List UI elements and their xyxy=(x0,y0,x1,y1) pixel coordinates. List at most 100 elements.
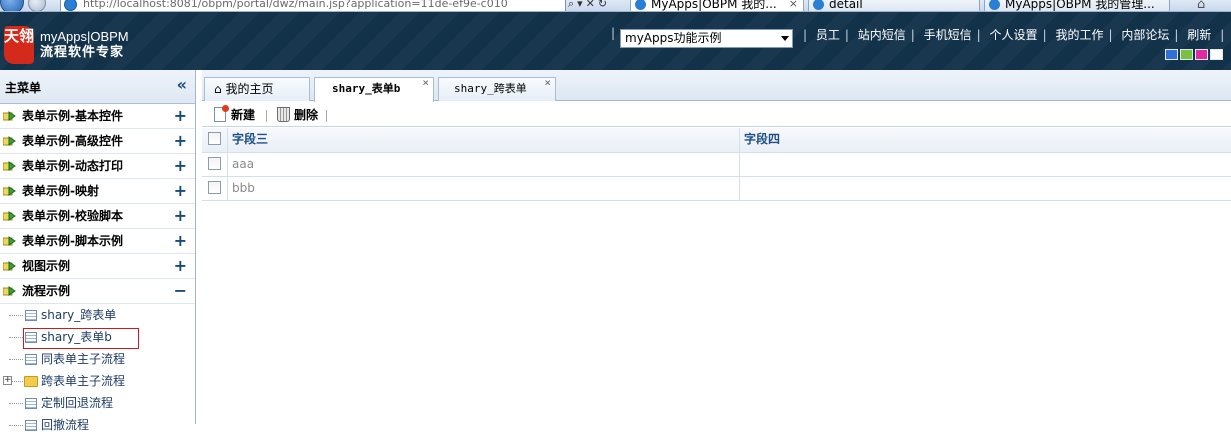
nav-settings[interactable]: 个人设置 xyxy=(985,28,1043,42)
toolbar-separator xyxy=(326,110,327,122)
cell-field4[interactable] xyxy=(740,177,1231,200)
browser-toolbar: http://localhost:8081/obpm/portal/dwz/ma… xyxy=(0,0,1231,12)
sidebar-item-mapping[interactable]: 表单示例-映射 + xyxy=(0,179,195,204)
arrow-right-icon xyxy=(3,111,16,121)
nav-refresh[interactable]: 刷新 xyxy=(1182,28,1216,42)
toolbar-separator xyxy=(266,110,267,122)
theme-swatch-white[interactable] xyxy=(1210,49,1223,60)
theme-swatches xyxy=(1165,49,1225,63)
expand-icon[interactable]: + xyxy=(174,154,187,178)
back-button[interactable] xyxy=(0,0,24,11)
sidebar-item-flow-examples[interactable]: 流程示例 − xyxy=(0,279,195,304)
sidebar-item-dynamic-print[interactable]: 表单示例-动态打印 + xyxy=(0,154,195,179)
row-select-cell xyxy=(202,177,228,200)
ie-icon xyxy=(64,0,77,11)
browser-tab-2[interactable]: detail xyxy=(808,0,980,11)
row-checkbox[interactable] xyxy=(208,181,221,194)
row-select-cell xyxy=(202,153,228,176)
arrow-right-icon xyxy=(3,211,16,221)
tab-shary-cross-form[interactable]: shary_跨表单 × xyxy=(438,76,556,101)
nav-messages[interactable]: 站内短信 xyxy=(853,28,911,42)
table-icon xyxy=(25,310,37,321)
theme-swatch-pink[interactable] xyxy=(1195,49,1208,60)
nav-staff[interactable]: 员工 xyxy=(811,28,845,42)
forward-button[interactable] xyxy=(28,0,46,11)
sidebar-item-view-examples[interactable]: 视图示例 + xyxy=(0,254,195,279)
sidebar-item-validation-script[interactable]: 表单示例-校验脚本 + xyxy=(0,204,195,229)
column-header-field3[interactable]: 字段三 xyxy=(228,128,740,152)
logo: 天翎 xyxy=(4,26,34,64)
ie-icon xyxy=(813,0,824,10)
tree-line xyxy=(12,381,23,382)
theme-swatch-green[interactable] xyxy=(1180,49,1193,60)
home-icon: ⌂ xyxy=(214,82,222,96)
highlight-box-sidebar xyxy=(23,328,139,349)
sidebar-header: 主菜单 « xyxy=(0,70,195,104)
arrow-right-icon xyxy=(3,186,16,196)
new-document-icon xyxy=(214,105,229,122)
tree-expand-icon[interactable]: + xyxy=(3,376,12,385)
arrow-right-icon xyxy=(3,286,16,296)
app-name: myApps|OBPM xyxy=(40,29,129,44)
tab-home[interactable]: ⌂ 我的主页 xyxy=(204,77,310,101)
address-bar[interactable]: http://localhost:8081/obpm/portal/dwz/ma… xyxy=(60,0,566,11)
expand-icon[interactable]: + xyxy=(174,179,187,203)
home-icon[interactable]: ⌂ xyxy=(1197,0,1205,11)
sidebar-subitem-cross-form-subflow[interactable]: + 跨表单主子流程 xyxy=(0,370,195,392)
expand-icon[interactable]: + xyxy=(174,229,187,253)
sidebar-subitem-shary-cross-form[interactable]: shary_跨表单 xyxy=(0,304,195,326)
expand-icon[interactable]: + xyxy=(174,204,187,228)
tree-line xyxy=(9,337,23,338)
sidebar-title: 主菜单 xyxy=(5,81,42,95)
expand-icon[interactable]: + xyxy=(174,254,187,278)
arrow-right-icon xyxy=(3,161,16,171)
nav-sms[interactable]: 手机短信 xyxy=(919,28,977,42)
address-text: http://localhost:8081/obpm/portal/dwz/ma… xyxy=(83,0,508,10)
address-tools[interactable]: ⌕▾✕↻ xyxy=(568,0,610,11)
tab-shary-form-b[interactable]: shary_表单b × xyxy=(314,76,434,102)
nav-my-work[interactable]: 我的工作 xyxy=(1050,28,1108,42)
close-icon[interactable]: × xyxy=(789,0,798,11)
expand-icon[interactable]: + xyxy=(174,104,187,128)
select-all-checkbox[interactable] xyxy=(208,132,221,145)
sidebar-item-basic-controls[interactable]: 表单示例-基本控件 + xyxy=(0,104,195,129)
column-header-field4[interactable]: 字段四 xyxy=(740,128,1231,152)
delete-button[interactable]: 删除 xyxy=(277,106,318,124)
sidebar-subitem-custom-rollback[interactable]: 定制回退流程 xyxy=(0,392,195,414)
arrow-right-icon xyxy=(3,136,16,146)
main-panel: ⌂ 我的主页 shary_表单b × shary_跨表单 × 新建 删除 字段三… xyxy=(202,70,1231,424)
app-header: 天翎 myApps|OBPM 流程软件专家 | myApps功能示例 | 员工 |… xyxy=(0,12,1231,70)
trash-icon xyxy=(277,107,290,122)
sidebar-subitem-same-form-subflow[interactable]: 同表单主子流程 xyxy=(0,348,195,370)
row-checkbox[interactable] xyxy=(208,157,221,170)
chevron-down-icon xyxy=(781,36,789,41)
page-tabs: ⌂ 我的主页 shary_表单b × shary_跨表单 × xyxy=(202,70,1231,102)
separator: | xyxy=(611,26,616,40)
sidebar-item-script-examples[interactable]: 表单示例-脚本示例 + xyxy=(0,229,195,254)
app-tagline: 流程软件专家 xyxy=(40,44,125,59)
new-button[interactable]: 新建 xyxy=(214,105,255,124)
sidebar-subitem-withdraw-flow[interactable]: 回撤流程 xyxy=(0,414,195,436)
close-icon[interactable]: × xyxy=(422,72,429,94)
cell-field3[interactable]: aaa xyxy=(228,153,740,176)
folder-icon xyxy=(24,376,38,387)
cell-field4[interactable] xyxy=(740,153,1231,176)
top-nav: | 员工 | 站内短信 | 手机短信 | 个人设置 | 我的工作 | 内部论坛 | 刷新 | xyxy=(803,28,1225,42)
cell-field3[interactable]: bbb xyxy=(228,177,740,200)
application-select[interactable]: myApps功能示例 xyxy=(620,29,793,48)
app-title: myApps|OBPM 流程软件专家 xyxy=(40,29,129,59)
table-row[interactable]: aaa xyxy=(202,153,1231,177)
sidebar: 主菜单 « 表单示例-基本控件 + 表单示例-高级控件 + 表单示例-动态打印 … xyxy=(0,70,196,432)
browser-tab-3[interactable]: MyApps|OBPM 我的管理... xyxy=(984,0,1170,11)
expand-icon[interactable]: + xyxy=(174,129,187,153)
tree-line xyxy=(9,315,23,316)
browser-tab-1[interactable]: MyApps|OBPM 我的... × xyxy=(630,0,804,11)
nav-forum[interactable]: 内部论坛 xyxy=(1116,28,1174,42)
theme-swatch-blue[interactable] xyxy=(1165,49,1178,60)
collapse-icon[interactable]: − xyxy=(174,279,187,303)
collapse-icon[interactable]: « xyxy=(177,75,187,94)
sidebar-item-advanced-controls[interactable]: 表单示例-高级控件 + xyxy=(0,129,195,154)
tree-line xyxy=(9,425,23,426)
close-icon[interactable]: × xyxy=(544,72,551,94)
table-row[interactable]: bbb xyxy=(202,177,1231,201)
